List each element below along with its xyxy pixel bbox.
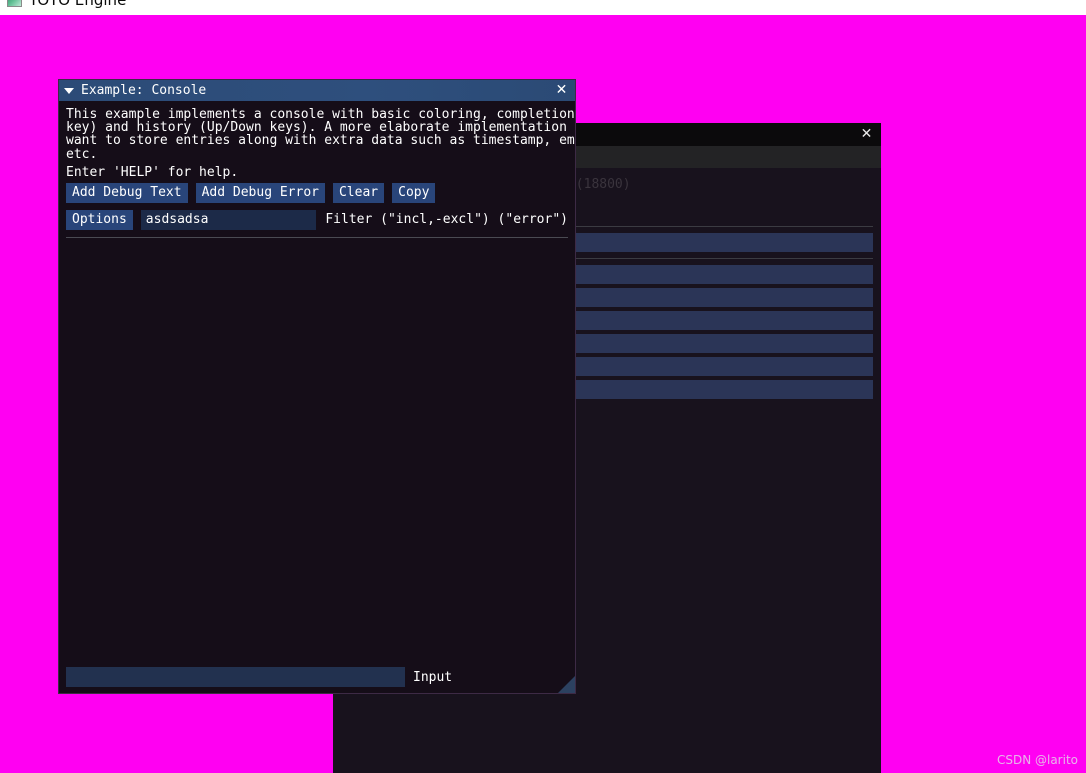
- options-button[interactable]: Options: [66, 209, 133, 230]
- console-help-line: Enter 'HELP' for help.: [66, 164, 239, 180]
- clear-button[interactable]: Clear: [332, 182, 385, 203]
- separator: [66, 236, 568, 238]
- copy-button[interactable]: Copy: [392, 182, 436, 203]
- console-window-body: This example implements a console with b…: [59, 101, 575, 693]
- command-input-label: Input: [413, 669, 453, 685]
- os-window-title: YOTO Engine: [29, 0, 127, 9]
- imgui-viewport: Dear ImGui Demo ✕ Menu Examples Tools de…: [0, 15, 1086, 773]
- watermark: CSDN @larito: [996, 753, 1078, 767]
- console-options-row: Options asdsadsa Filter ("incl,-excl") (…: [66, 209, 568, 230]
- console-description: This example implements a console with b…: [66, 107, 575, 162]
- console-input-row: Input: [66, 667, 568, 687]
- console-button-row: Add Debug Text Add Debug Error Clear Cop…: [66, 182, 568, 203]
- add-debug-error-button[interactable]: Add Debug Error: [195, 182, 325, 203]
- command-input[interactable]: [66, 667, 405, 687]
- close-icon[interactable]: ✕: [554, 83, 569, 98]
- resize-grip[interactable]: [558, 676, 575, 693]
- application-icon: [7, 0, 22, 7]
- filter-label: Filter ("incl,-excl") ("error"): [325, 212, 568, 228]
- collapse-triangle-icon[interactable]: [64, 87, 74, 94]
- close-icon[interactable]: ✕: [859, 127, 874, 142]
- os-window-titlebar: YOTO Engine: [0, 0, 1086, 15]
- console-window[interactable]: Example: Console ✕ This example implemen…: [58, 79, 576, 694]
- console-window-titlebar[interactable]: Example: Console ✕: [59, 80, 575, 101]
- filter-input[interactable]: asdsadsa: [140, 209, 317, 230]
- console-window-title: Example: Console: [81, 83, 207, 98]
- console-log-scroll-region[interactable]: [66, 260, 568, 657]
- os-titlebar-content: YOTO Engine: [7, 0, 126, 9]
- application-root: YOTO Engine Dear ImGui Demo ✕ Menu Examp…: [0, 0, 1086, 773]
- add-debug-text-button[interactable]: Add Debug Text: [66, 182, 188, 203]
